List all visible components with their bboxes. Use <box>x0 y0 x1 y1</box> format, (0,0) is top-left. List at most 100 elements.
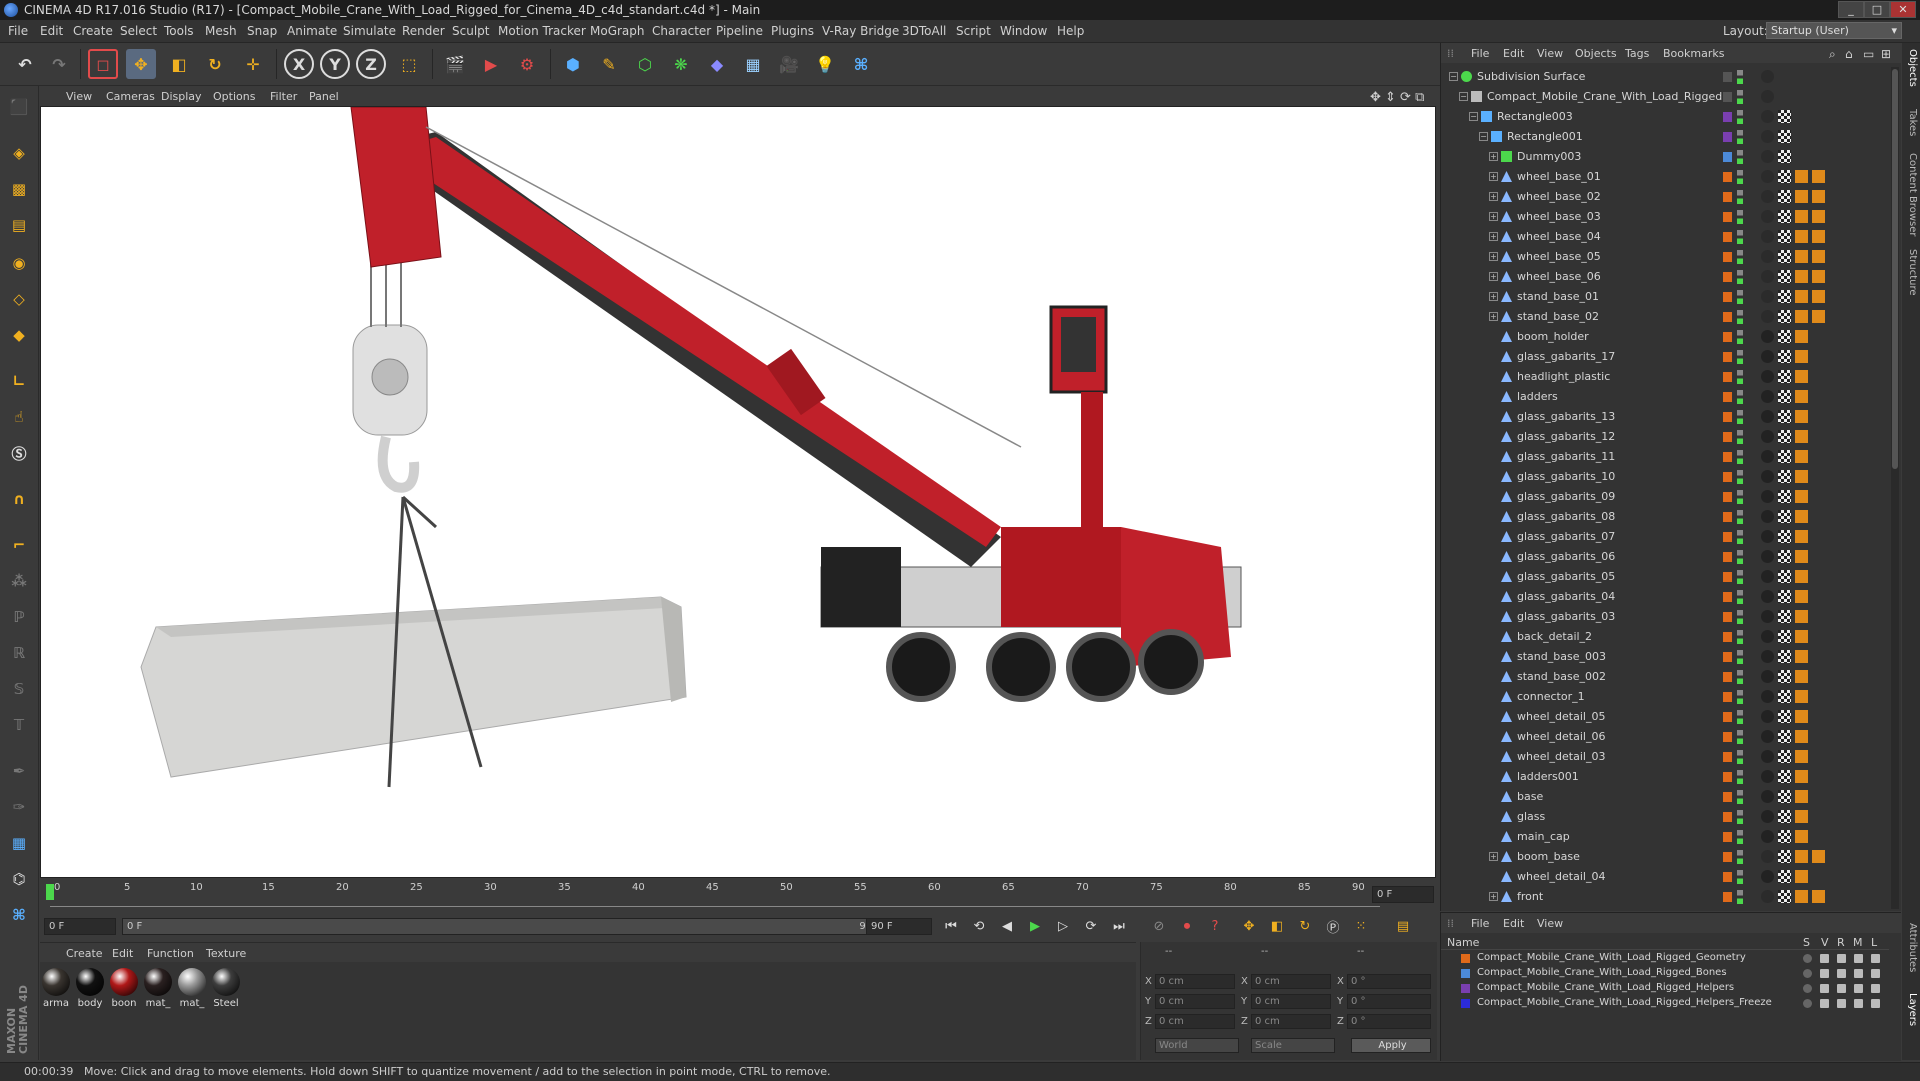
visibility-toggle-icon[interactable] <box>1737 230 1743 244</box>
menu-vray-bridge[interactable]: V-Ray Bridge <box>822 24 899 38</box>
object-tag-icon[interactable] <box>1778 430 1791 443</box>
layer-color-swatch[interactable] <box>1723 492 1732 502</box>
object-tag-icon[interactable] <box>1778 230 1791 243</box>
layer-color-swatch[interactable] <box>1723 572 1732 582</box>
layer-color-swatch[interactable] <box>1723 712 1732 722</box>
visibility-toggle-icon[interactable] <box>1737 170 1743 184</box>
visibility-toggle-icon[interactable] <box>1737 250 1743 264</box>
visibility-toggle-icon[interactable] <box>1737 510 1743 524</box>
layer-manager-toggle[interactable] <box>1854 969 1863 978</box>
material-swatch[interactable]: mat_ <box>142 968 174 1009</box>
object-tag-icon[interactable] <box>1761 150 1774 163</box>
layer-render-toggle[interactable] <box>1837 969 1846 978</box>
object-tag-icon[interactable] <box>1778 770 1791 783</box>
visibility-toggle-icon[interactable] <box>1737 730 1743 744</box>
visibility-toggle-icon[interactable] <box>1737 130 1743 144</box>
brush-s-icon[interactable]: 𝕊 <box>4 674 34 704</box>
menu-sculpt[interactable]: Sculpt <box>452 24 489 38</box>
object-row[interactable]: + front <box>1441 887 1889 907</box>
tab-objects[interactable]: Objects <box>1904 49 1918 87</box>
object-row[interactable]: glass_gabarits_10 <box>1441 467 1889 487</box>
object-tag-icon[interactable] <box>1761 470 1774 483</box>
object-tag-icon[interactable] <box>1812 230 1825 243</box>
menu-animate[interactable]: Animate <box>287 24 337 38</box>
last-tool-icon[interactable]: ✛ <box>238 49 268 79</box>
layer-row[interactable]: Compact_Mobile_Crane_With_Load_Rigged_Bo… <box>1441 966 1889 981</box>
object-tag-icon[interactable] <box>1795 630 1808 643</box>
layer-color-swatch[interactable] <box>1723 872 1732 882</box>
visibility-toggle-icon[interactable] <box>1737 390 1743 404</box>
object-tag-icon[interactable] <box>1761 590 1774 603</box>
3d-viewport[interactable] <box>40 106 1436 878</box>
visibility-toggle-icon[interactable] <box>1737 830 1743 844</box>
size-z-field[interactable]: 0 cm <box>1251 1014 1331 1029</box>
render-settings-icon[interactable]: ⚙ <box>512 49 542 79</box>
object-tag-icon[interactable] <box>1795 570 1808 583</box>
layer-color-swatch[interactable] <box>1723 472 1732 482</box>
object-tag-icon[interactable] <box>1761 390 1774 403</box>
object-tag-icon[interactable] <box>1761 250 1774 263</box>
layer-color-swatch[interactable] <box>1723 332 1732 342</box>
object-row[interactable]: glass_gabarits_09 <box>1441 487 1889 507</box>
visibility-toggle-icon[interactable] <box>1737 70 1743 84</box>
object-row[interactable]: + wheel_base_04 <box>1441 227 1889 247</box>
object-tag-icon[interactable] <box>1778 330 1791 343</box>
layer-color-swatch[interactable] <box>1723 632 1732 642</box>
material-menu-edit[interactable]: Edit <box>112 947 133 960</box>
visibility-toggle-icon[interactable] <box>1737 190 1743 204</box>
layer-color-swatch[interactable] <box>1723 832 1732 842</box>
object-row[interactable]: glass_gabarits_03 <box>1441 607 1889 627</box>
start-frame-field[interactable]: 0 F <box>44 918 116 935</box>
object-tag-icon[interactable] <box>1812 210 1825 223</box>
object-menu-file[interactable]: File <box>1471 47 1489 60</box>
object-tag-icon[interactable] <box>1795 210 1808 223</box>
rotation-p-field[interactable]: 0 ° <box>1347 994 1431 1009</box>
object-row[interactable]: main_cap <box>1441 827 1889 847</box>
layer-color-swatch[interactable] <box>1461 999 1470 1008</box>
layer-color-swatch[interactable] <box>1723 72 1732 82</box>
object-tag-icon[interactable] <box>1778 890 1791 903</box>
polygons-mode-icon[interactable]: ◆ <box>4 320 34 350</box>
object-tag-icon[interactable] <box>1778 830 1791 843</box>
layer-color-swatch[interactable] <box>1723 892 1732 902</box>
tweak-mode-icon[interactable]: ☝ <box>4 402 34 432</box>
layer-color-swatch[interactable] <box>1723 352 1732 362</box>
timeline-ruler[interactable]: 0 5 10 15 20 25 30 35 40 45 50 55 60 65 … <box>40 880 1436 914</box>
object-tag-icon[interactable] <box>1761 430 1774 443</box>
visibility-toggle-icon[interactable] <box>1737 670 1743 684</box>
object-tag-icon[interactable] <box>1761 90 1774 103</box>
visibility-toggle-icon[interactable] <box>1737 850 1743 864</box>
object-tag-icon[interactable] <box>1795 390 1808 403</box>
object-tag-icon[interactable] <box>1795 350 1808 363</box>
object-tag-icon[interactable] <box>1778 110 1791 123</box>
object-tag-icon[interactable] <box>1778 810 1791 823</box>
object-menu-tags[interactable]: Tags <box>1625 47 1649 60</box>
object-tag-icon[interactable] <box>1761 610 1774 623</box>
layout-select[interactable]: Startup (User) ▾ <box>1766 22 1902 39</box>
model-mode-icon[interactable]: ◈ <box>4 138 34 168</box>
object-row[interactable]: − Compact_Mobile_Crane_With_Load_Rigged <box>1441 87 1889 107</box>
object-tag-icon[interactable] <box>1795 370 1808 383</box>
object-tag-icon[interactable] <box>1795 310 1808 323</box>
object-tag-icon[interactable] <box>1795 490 1808 503</box>
layer-view-toggle[interactable] <box>1820 969 1829 978</box>
object-tag-icon[interactable] <box>1812 250 1825 263</box>
visibility-toggle-icon[interactable] <box>1737 650 1743 664</box>
material-swatch[interactable]: body <box>74 968 106 1009</box>
expand-toggle-icon[interactable]: + <box>1489 172 1498 181</box>
minimize-button[interactable]: _ <box>1838 1 1864 18</box>
object-tag-icon[interactable] <box>1778 870 1791 883</box>
object-tag-icon[interactable] <box>1795 470 1808 483</box>
object-tag-icon[interactable] <box>1761 370 1774 383</box>
layer-menu-view[interactable]: View <box>1537 917 1563 930</box>
object-row[interactable]: + stand_base_01 <box>1441 287 1889 307</box>
motion-record-icon[interactable]: ⊘ <box>1148 916 1170 936</box>
object-tag-icon[interactable] <box>1778 170 1791 183</box>
object-tag-icon[interactable] <box>1795 430 1808 443</box>
object-row[interactable]: wheel_detail_03 <box>1441 747 1889 767</box>
sculpt-icon[interactable]: ✑ <box>4 792 34 822</box>
visibility-toggle-icon[interactable] <box>1737 770 1743 784</box>
drag-handle-icon[interactable]: ⁞⁞ <box>1447 47 1454 60</box>
object-row[interactable]: glass <box>1441 807 1889 827</box>
camera-icon[interactable]: 🎥 <box>774 49 804 79</box>
